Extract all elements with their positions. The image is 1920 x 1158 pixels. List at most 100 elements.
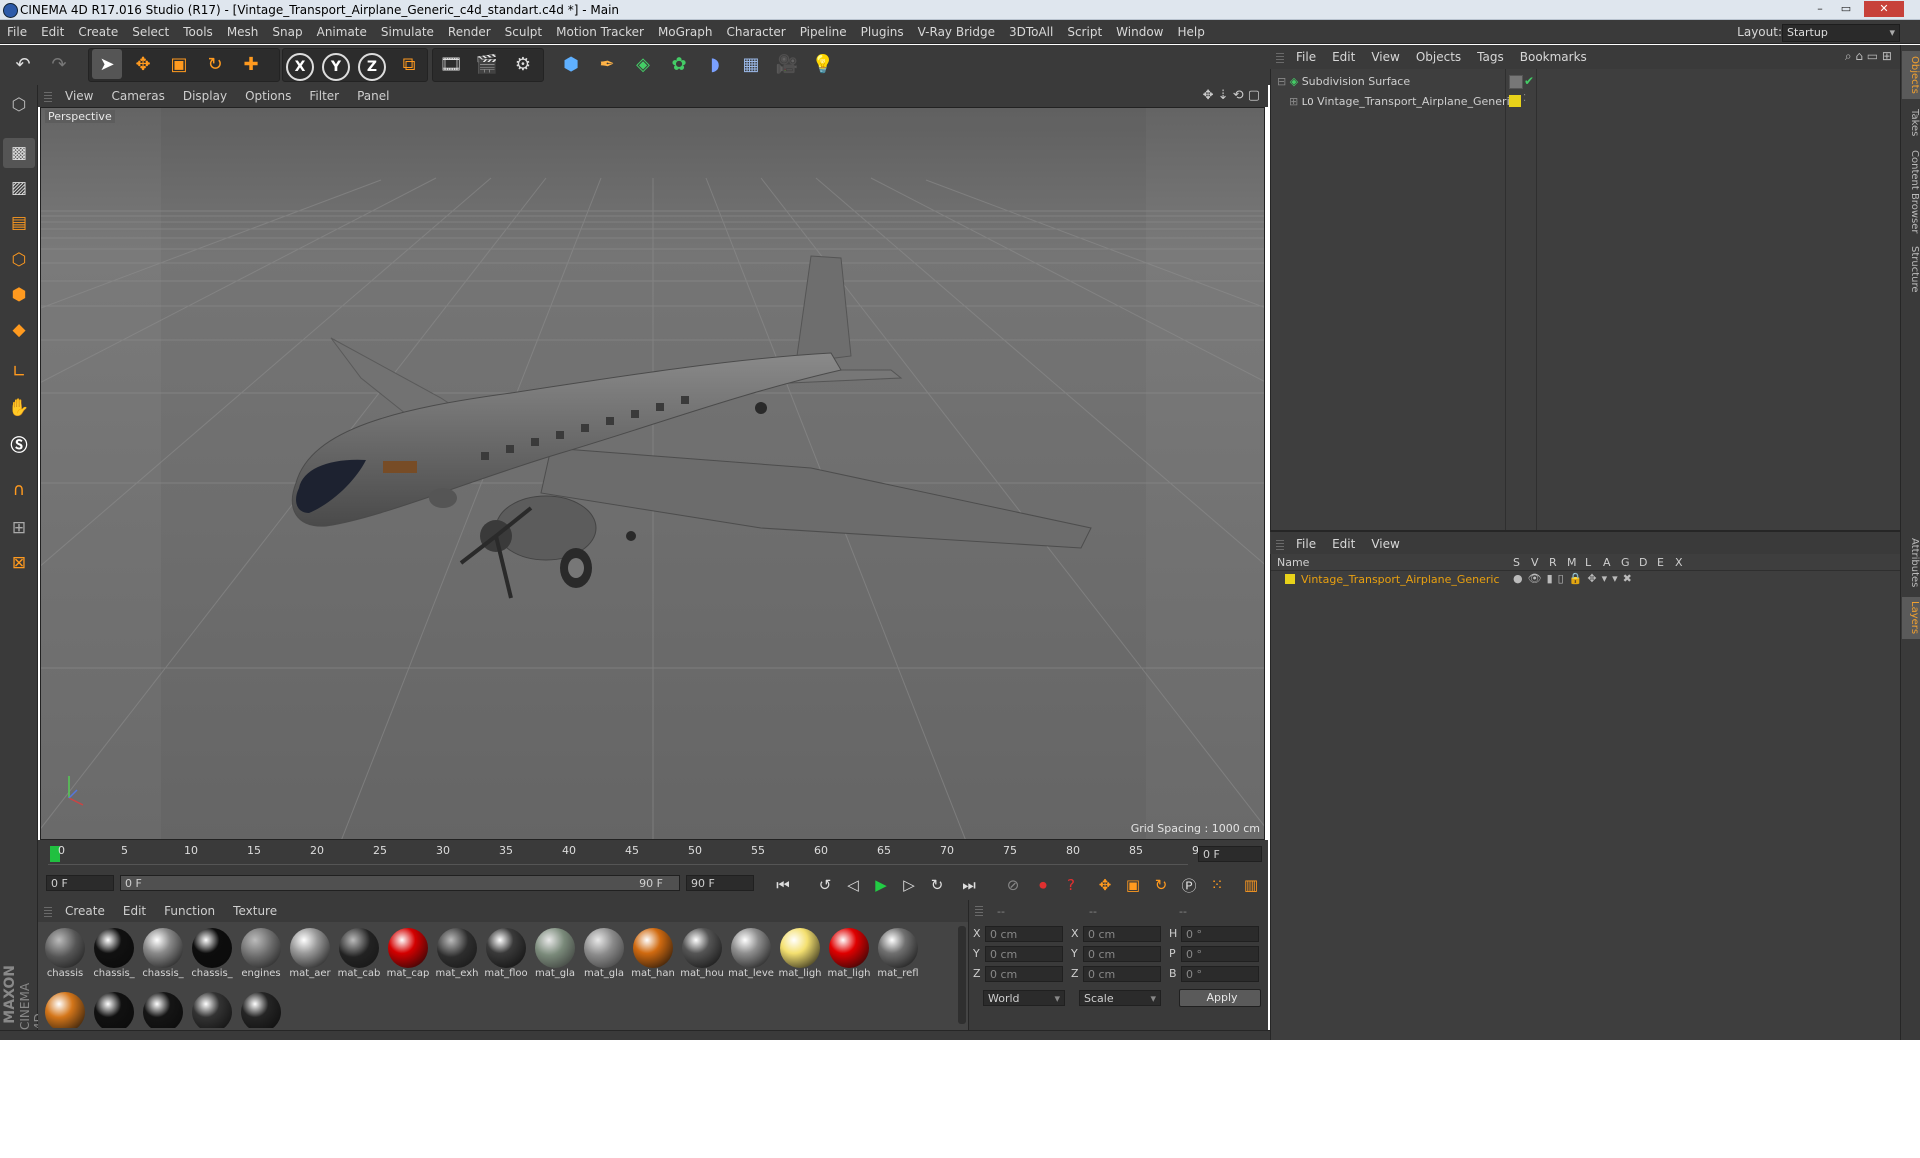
material-swatch[interactable]: mat_exh (434, 926, 480, 988)
menu-animate[interactable]: Animate (310, 20, 374, 44)
rotate-icon[interactable]: ↻ (200, 49, 230, 79)
tab-takes[interactable]: Takes (1902, 103, 1920, 143)
model-mode-icon[interactable]: ▩ (3, 138, 35, 168)
viewport-menu-display[interactable]: Display (174, 85, 236, 107)
menu-tools[interactable]: Tools (176, 20, 220, 44)
visibility-dots-icon[interactable]: ⁚ (1523, 93, 1526, 104)
layers-menu-file[interactable]: File (1288, 532, 1324, 556)
tweak-mode-icon[interactable]: ✋ (3, 393, 35, 423)
panel-grip-icon[interactable] (1276, 540, 1284, 550)
maximize-button[interactable]: ▭ (1834, 1, 1858, 17)
perspective-viewport[interactable]: Perspective Grid Spacing : 1000 cm (40, 107, 1265, 840)
menu-create[interactable]: Create (71, 20, 125, 44)
x-axis-lock-button[interactable]: X (286, 53, 314, 81)
material-swatch[interactable]: mat_hou (679, 926, 725, 988)
pen-spline-icon[interactable]: ✒ (592, 49, 622, 79)
coord-value-field[interactable]: 0 cm (985, 966, 1063, 982)
editor-visibility-toggle[interactable] (1509, 75, 1523, 89)
panel-grip-icon[interactable] (1276, 53, 1284, 63)
deformer-icon[interactable]: ◗ (700, 49, 730, 79)
tab-structure[interactable]: Structure (1902, 241, 1920, 297)
material-menu-create[interactable]: Create (56, 900, 114, 922)
tab-layers[interactable]: Layers (1902, 597, 1920, 639)
objects-menu-edit[interactable]: Edit (1324, 45, 1363, 69)
close-button[interactable]: ✕ (1864, 1, 1904, 17)
menu-motion-tracker[interactable]: Motion Tracker (549, 20, 651, 44)
object-row-airplane[interactable]: ⊞ L0 Vintage_Transport_Airplane_Generic (1289, 95, 1516, 108)
texture-mode-icon[interactable]: ▨ (3, 173, 35, 203)
key-scale-icon[interactable]: ▣ (1118, 870, 1148, 900)
viewport-menu-cameras[interactable]: Cameras (102, 85, 173, 107)
layer-col-animation[interactable]: A (1603, 556, 1611, 569)
layer-col-view[interactable]: V (1531, 556, 1539, 569)
scale-icon[interactable]: ▣ (164, 49, 194, 79)
tab-attributes[interactable]: Attributes (1902, 533, 1920, 593)
layers-menu-view[interactable]: View (1363, 532, 1407, 556)
objects-menu-tags[interactable]: Tags (1469, 45, 1512, 69)
objects-menu-bookmarks[interactable]: Bookmarks (1512, 45, 1595, 69)
next-frame-icon[interactable]: ▷ (894, 870, 924, 900)
apply-button[interactable]: Apply (1179, 989, 1261, 1007)
coordinate-system-icon[interactable]: ⧉ (394, 49, 424, 79)
magnet-icon[interactable]: ∩ (3, 475, 35, 505)
coordinate-space-select[interactable]: World ▾ (983, 990, 1065, 1006)
axis-mode-icon[interactable]: ∟ (3, 357, 35, 387)
snapping-icon[interactable]: Ⓢ (3, 428, 35, 458)
menu-plugins[interactable]: Plugins (854, 20, 911, 44)
timeline-ruler[interactable]: 051015202530354045505560657075808590 0 F (38, 840, 1268, 868)
panel-grip-icon[interactable] (975, 906, 983, 916)
material-swatch[interactable]: mat_cab (336, 926, 382, 988)
object-row-subdivision[interactable]: ⊟ ◈ Subdivision Surface (1277, 75, 1410, 88)
make-editable-icon[interactable]: ⬡ (3, 90, 35, 120)
menu-window[interactable]: Window (1109, 20, 1170, 44)
light-icon[interactable]: 💡 (808, 49, 838, 79)
layer-col-locked[interactable]: L (1585, 556, 1591, 569)
layer-col-deformers[interactable]: D (1639, 556, 1647, 569)
tab-content-browser[interactable]: Content Browser (1902, 147, 1920, 237)
layout-select[interactable]: Startup ▾ (1782, 24, 1900, 42)
panel-grip-icon[interactable] (44, 907, 52, 917)
key-parameter-icon[interactable]: Ⓟ (1174, 870, 1204, 900)
layer-col-xref[interactable]: X (1675, 556, 1683, 569)
camera-icon[interactable]: 🎥 (772, 49, 802, 79)
viewport-menu-view[interactable]: View (56, 85, 102, 107)
record-active-icon[interactable]: ⏺ (1028, 870, 1058, 900)
material-swatch[interactable]: mat_floo (483, 926, 529, 988)
menu-mograph[interactable]: MoGraph (651, 20, 720, 44)
objects-menu-objects[interactable]: Objects (1408, 45, 1469, 69)
material-swatch[interactable]: mat_han (630, 926, 676, 988)
material-menu-function[interactable]: Function (155, 900, 224, 922)
viewport-menu-options[interactable]: Options (236, 85, 300, 107)
points-mode-icon[interactable]: ⬡ (3, 245, 35, 275)
workplane-lock-icon[interactable]: ⊞ (3, 513, 35, 543)
material-swatch[interactable]: mat_leve (728, 926, 774, 988)
layer-color-swatch[interactable] (1509, 95, 1521, 107)
tab-objects[interactable]: Objects (1902, 51, 1920, 99)
menu-3dtoall[interactable]: 3DToAll (1002, 20, 1060, 44)
panel-grip-icon[interactable] (44, 92, 52, 102)
end-frame-field[interactable]: 90 F (686, 875, 754, 891)
material-scrollbar[interactable] (958, 926, 966, 1024)
layer-name[interactable]: Vintage_Transport_Airplane_Generic (1301, 573, 1500, 586)
menu-file[interactable]: File (0, 20, 34, 44)
floor-scene-icon[interactable]: ▦ (736, 49, 766, 79)
material-swatch[interactable]: mat_cap (385, 926, 431, 988)
move-icon[interactable]: ✥ (128, 49, 158, 79)
polygons-mode-icon[interactable]: ◆ (3, 315, 35, 345)
expand-icon[interactable]: ⊞ (1289, 95, 1298, 108)
current-frame-field[interactable]: 0 F (1198, 846, 1262, 862)
menu-snap[interactable]: Snap (265, 20, 309, 44)
layer-col-generators[interactable]: G (1621, 556, 1630, 569)
material-swatch[interactable]: chassis_ (140, 926, 186, 988)
recent-tools-icon[interactable]: ✚ (236, 49, 266, 79)
keyframe-selection-icon[interactable]: ⊘ (998, 870, 1028, 900)
redo-icon[interactable]: ↷ (44, 49, 74, 79)
menu-pipeline[interactable]: Pipeline (793, 20, 854, 44)
layer-col-solo[interactable]: S (1513, 556, 1520, 569)
previous-key-icon[interactable]: ↺ (810, 870, 840, 900)
viewport-menu-panel[interactable]: Panel (348, 85, 398, 107)
coord-value-field[interactable]: 0 ° (1181, 946, 1259, 962)
material-swatch[interactable] (42, 990, 88, 1028)
size-mode-select[interactable]: Scale ▾ (1079, 990, 1161, 1006)
locked-workplane-icon[interactable]: ⊠ (3, 548, 35, 578)
